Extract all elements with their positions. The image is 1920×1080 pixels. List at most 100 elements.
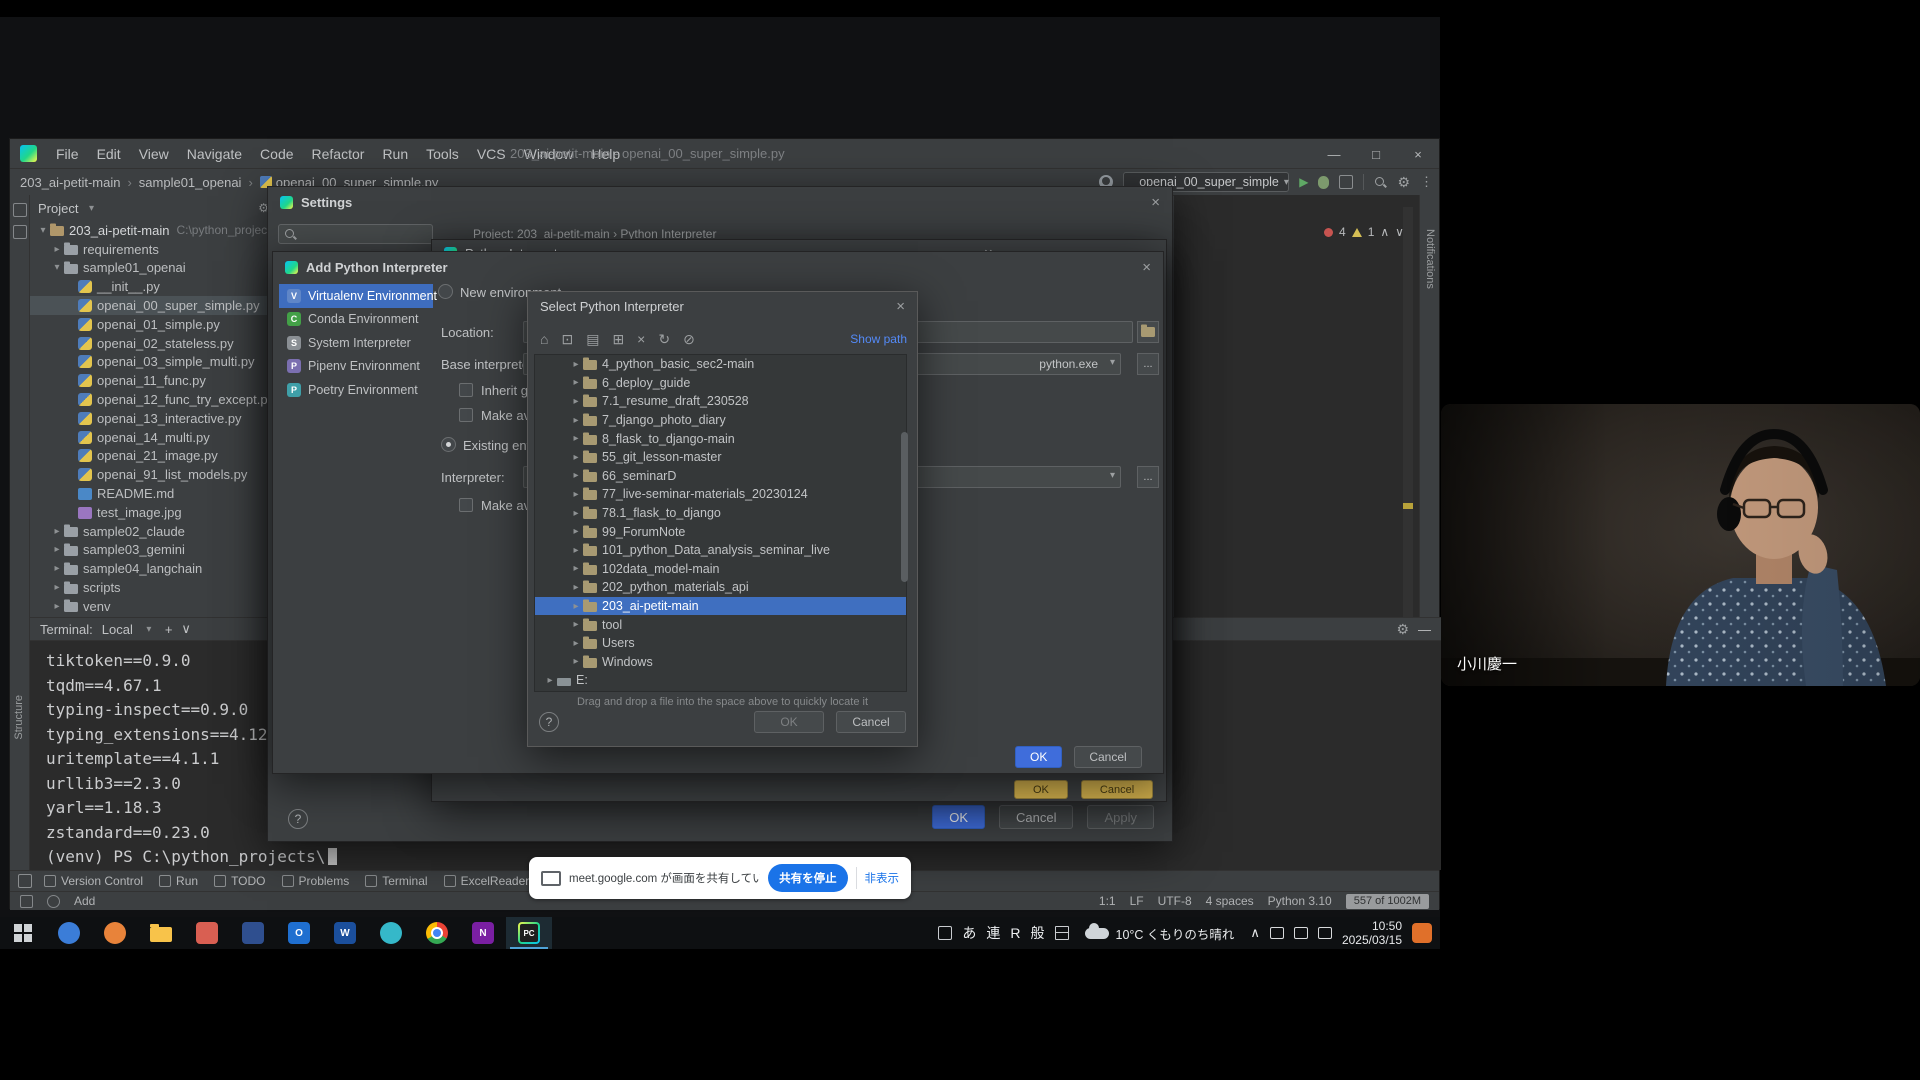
settings-search-input[interactable]: [278, 224, 433, 244]
file-tree-item[interactable]: ▸78.1_flask_to_django: [535, 504, 906, 523]
project-tree-item[interactable]: openai_01_simple.py: [30, 315, 277, 334]
ime-tool-icon[interactable]: [938, 926, 952, 940]
toolwindow-button[interactable]: Problems: [274, 871, 358, 892]
project-tree-item[interactable]: openai_00_super_simple.py: [30, 296, 277, 315]
taskbar-app-navy-icon[interactable]: [230, 917, 276, 949]
ok-button[interactable]: OK: [932, 805, 985, 829]
file-tree-item[interactable]: ▸66_seminarD: [535, 467, 906, 486]
clock[interactable]: 10:50 2025/03/15: [1342, 919, 1402, 947]
make-available-checkbox[interactable]: [459, 498, 473, 512]
project-tree-item[interactable]: ▾203_ai-petit-mainC:\python_projects\203: [30, 221, 277, 240]
menu-item-file[interactable]: File: [47, 139, 88, 169]
ime-indicator[interactable]: あ: [962, 923, 976, 943]
terminal-profile-select[interactable]: Local: [102, 622, 133, 637]
menu-item-vcs[interactable]: VCS: [468, 139, 515, 169]
project-tree-item[interactable]: ▾sample01_openai: [30, 259, 277, 278]
existing-environment-radio[interactable]: [441, 437, 456, 452]
stop-sharing-button[interactable]: 共有を停止: [768, 864, 848, 892]
project-tree-item[interactable]: ▸requirements: [30, 240, 277, 259]
ime-menu-icon[interactable]: [1055, 926, 1069, 940]
toolwindow-button[interactable]: Terminal: [357, 871, 435, 892]
close-icon[interactable]: ×: [1142, 259, 1151, 276]
file-tree-item[interactable]: ▸tool: [535, 615, 906, 634]
menu-item-refactor[interactable]: Refactor: [303, 139, 374, 169]
menu-item-code[interactable]: Code: [251, 139, 302, 169]
project-tree-item[interactable]: openai_12_func_try_except.py: [30, 390, 277, 409]
help-button[interactable]: ?: [288, 809, 308, 829]
cancel-button[interactable]: Cancel: [999, 805, 1073, 829]
tool-stripe-icon[interactable]: [13, 203, 27, 217]
project-tree-item[interactable]: ▸scripts: [30, 578, 277, 597]
project-tree-item[interactable]: __init__.py: [30, 277, 277, 296]
file-tree-item[interactable]: ▸4_python_basic_sec2-main: [535, 355, 906, 374]
taskbar-explorer-icon[interactable]: [138, 917, 184, 949]
ime-indicator[interactable]: 連: [986, 923, 1000, 943]
inherit-packages-checkbox[interactable]: [459, 383, 473, 397]
new-environment-radio[interactable]: [438, 284, 453, 299]
chevron-down-icon[interactable]: ▾: [84, 203, 98, 214]
file-tree-item[interactable]: ▸Users: [535, 634, 906, 653]
breadcrumb-item[interactable]: 203_ai-petit-main: [20, 175, 120, 190]
taskbar-pycharm-icon[interactable]: PC: [506, 917, 552, 949]
project-tree-item[interactable]: ▸sample02_claude: [30, 522, 277, 541]
list-icon[interactable]: ▤: [586, 331, 599, 348]
memory-indicator[interactable]: 557 of 1002M: [1346, 894, 1429, 909]
refresh-icon[interactable]: ↻: [658, 331, 670, 348]
project-tree-item[interactable]: openai_21_image.py: [30, 447, 277, 466]
status-icon[interactable]: [20, 895, 33, 908]
cancel-button[interactable]: Cancel: [1081, 780, 1153, 799]
taskbar-app-red-icon[interactable]: [184, 917, 230, 949]
toolwindow-button[interactable]: ExcelReader: [436, 871, 538, 892]
help-button[interactable]: ?: [539, 712, 559, 732]
ok-button[interactable]: OK: [1014, 780, 1068, 799]
menu-item-navigate[interactable]: Navigate: [178, 139, 251, 169]
tool-stripe-icon[interactable]: [13, 225, 27, 239]
project-tree-item[interactable]: openai_14_multi.py: [30, 428, 277, 447]
terminal-settings-icon[interactable]: ⚙: [1396, 621, 1409, 638]
cancel-button[interactable]: Cancel: [1074, 746, 1141, 768]
project-tree-item[interactable]: openai_03_simple_multi.py: [30, 353, 277, 372]
close-icon[interactable]: ×: [1151, 194, 1160, 211]
file-tree-item[interactable]: ▸8_flask_to_django-main: [535, 429, 906, 448]
hide-panel-icon[interactable]: —: [1418, 622, 1431, 637]
project-tree-item[interactable]: test_image.jpg: [30, 503, 277, 522]
status-item[interactable]: UTF-8: [1158, 894, 1192, 908]
chevron-down-icon[interactable]: ▾: [142, 624, 156, 635]
file-tree-item[interactable]: ▸99_ForumNote: [535, 522, 906, 541]
status-item[interactable]: 1:1: [1099, 894, 1116, 908]
prev-issue-icon[interactable]: ∧: [1380, 225, 1389, 239]
env-type-item[interactable]: VVirtualenv Environment: [279, 284, 433, 308]
project-tree-item[interactable]: ▸venv: [30, 597, 277, 616]
taskbar-edge-icon[interactable]: [368, 917, 414, 949]
show-path-link[interactable]: Show path: [850, 332, 907, 346]
file-tree-item[interactable]: ▸77_live-seminar-materials_20230124: [535, 485, 906, 504]
home-icon[interactable]: ⌂: [540, 331, 548, 347]
browse-folder-button[interactable]: [1137, 321, 1159, 343]
status-item[interactable]: LF: [1130, 894, 1144, 908]
toolwindow-button[interactable]: Run: [151, 871, 206, 892]
menu-item-run[interactable]: Run: [373, 139, 417, 169]
file-tree-item[interactable]: ▸203_ai-petit-main: [535, 597, 906, 616]
browse-button[interactable]: ...: [1137, 466, 1159, 488]
hide-path-icon[interactable]: ⊘: [683, 331, 695, 348]
project-tree-item[interactable]: openai_13_interactive.py: [30, 409, 277, 428]
volume-icon[interactable]: [1318, 927, 1332, 939]
desktop-icon[interactable]: ⊡: [561, 331, 573, 348]
project-tree-item[interactable]: openai_11_func.py: [30, 371, 277, 390]
hide-link[interactable]: 非表示: [865, 870, 900, 886]
more-icon[interactable]: ⋮: [1420, 174, 1433, 190]
file-tree-item[interactable]: ▸202_python_materials_api: [535, 578, 906, 597]
structure-tool-button[interactable]: Structure: [13, 695, 25, 740]
minimize-icon[interactable]: —: [1313, 139, 1355, 169]
file-tree-item[interactable]: ▸55_git_lesson-master: [535, 448, 906, 467]
toolwindow-button[interactable]: Version Control: [36, 871, 151, 892]
env-type-item[interactable]: PPoetry Environment: [279, 378, 433, 402]
menu-item-edit[interactable]: Edit: [88, 139, 130, 169]
start-button[interactable]: [0, 917, 46, 949]
file-tree-item[interactable]: ▸E:: [535, 671, 906, 690]
apply-button[interactable]: Apply: [1087, 805, 1154, 829]
breadcrumb-item[interactable]: sample01_openai: [139, 175, 242, 190]
menu-item-view[interactable]: View: [130, 139, 178, 169]
toolwindow-grid-icon[interactable]: [18, 874, 32, 888]
file-tree-item[interactable]: ▸7_django_photo_diary: [535, 411, 906, 430]
